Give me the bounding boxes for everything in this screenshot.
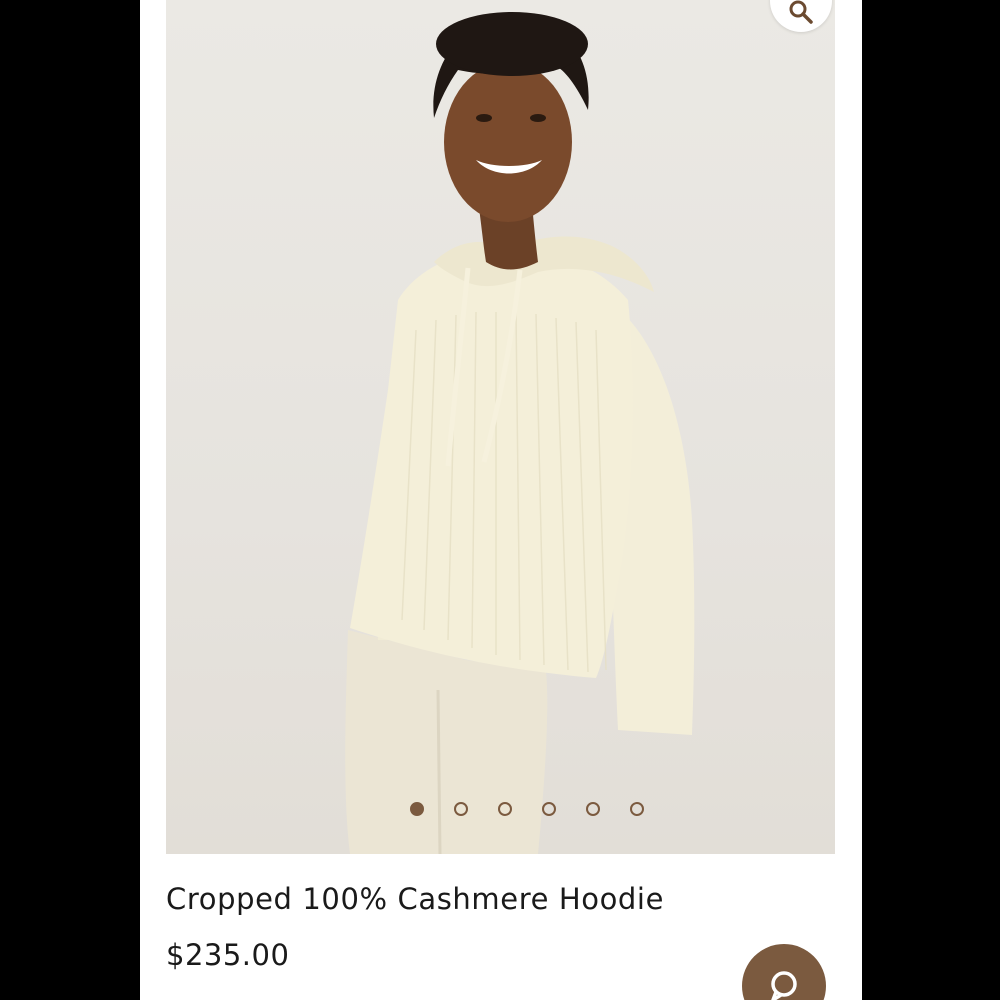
product-price: $235.00: [166, 938, 290, 972]
product-page: Cropped 100% Cashmere Hoodie $235.00: [140, 0, 862, 1000]
pagination-dot[interactable]: [586, 802, 600, 816]
chat-button[interactable]: [742, 944, 826, 1000]
pagination-dot[interactable]: [454, 802, 468, 816]
pagination-dot[interactable]: [498, 802, 512, 816]
viewport: Cropped 100% Cashmere Hoodie $235.00: [0, 0, 1000, 1000]
model-photo: [345, 12, 695, 854]
pagination-dot[interactable]: [410, 802, 424, 816]
magnifier-icon: [788, 0, 814, 25]
chat-bubble-icon: [766, 968, 802, 1000]
product-title: Cropped 100% Cashmere Hoodie: [166, 882, 665, 916]
product-image[interactable]: [166, 0, 835, 854]
pagination-dot[interactable]: [542, 802, 556, 816]
pagination-dot[interactable]: [630, 802, 644, 816]
